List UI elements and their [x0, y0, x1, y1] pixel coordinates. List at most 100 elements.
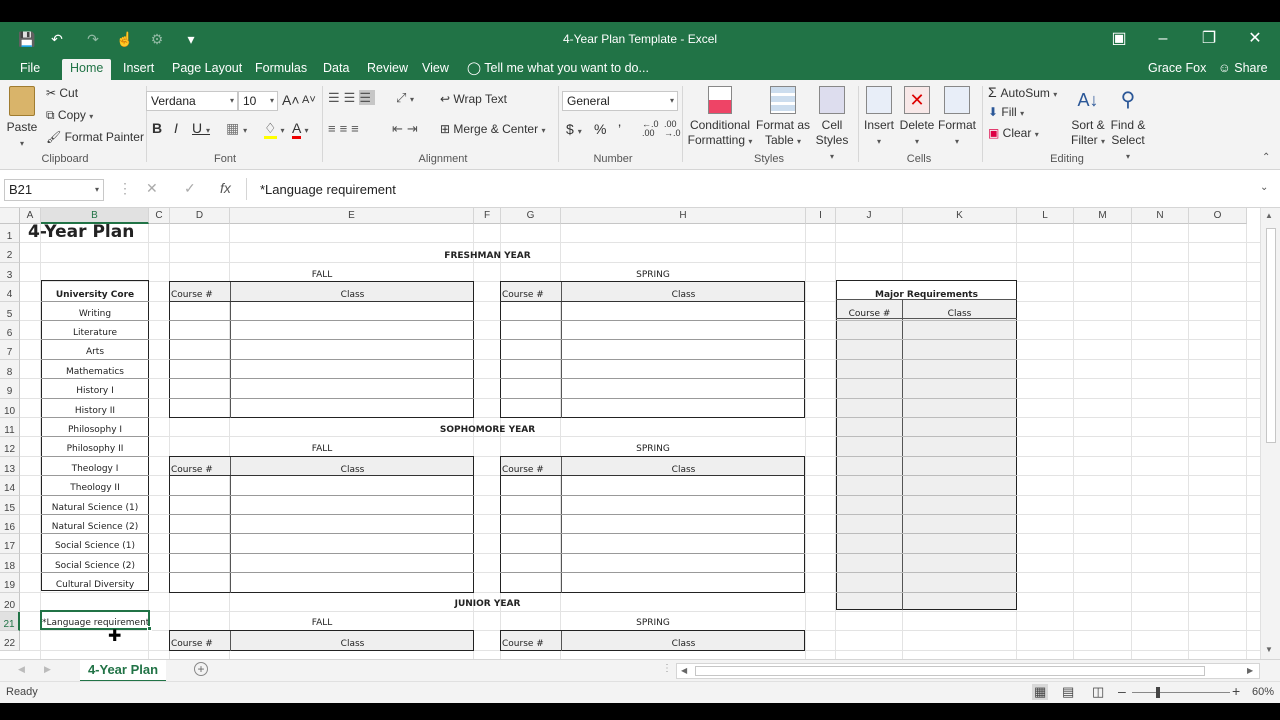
formula-input[interactable]: *Language requirement — [260, 182, 396, 197]
enter-icon[interactable]: ✓ — [184, 180, 196, 197]
increase-decimal-icon[interactable]: ←.0.00 — [642, 120, 659, 138]
scroll-down-icon[interactable]: ▼ — [1265, 645, 1273, 654]
vertical-scrollbar[interactable]: ▲ ▼ — [1260, 208, 1280, 659]
junior-fall-class-header[interactable]: Class — [231, 639, 474, 649]
junior-fall-course-num-header[interactable]: Course # — [171, 639, 213, 649]
indent-icons[interactable]: ⇤⇥ — [392, 121, 422, 137]
horizontal-scroll-thumb[interactable] — [695, 666, 1205, 676]
decrease-font-icon[interactable]: A˅ — [302, 94, 316, 106]
page-break-view-icon[interactable]: ◫ — [1092, 684, 1104, 700]
zoom-in-button[interactable]: + — [1232, 683, 1240, 699]
column-header[interactable]: K — [903, 208, 1017, 224]
cut-button[interactable]: ✂ Cut — [46, 86, 78, 100]
core-item[interactable]: Arts — [42, 347, 148, 357]
format-as-table-button[interactable]: Format as Table ▾ — [754, 86, 812, 149]
row-header[interactable]: 22 — [0, 631, 20, 651]
spreadsheet-grid[interactable]: ABCDEFGHIJKLMNO 1 2 3 4 5 6 7 8 9 10 11 12 13 14 15 16 1… — [0, 208, 1280, 659]
row-header[interactable]: 7 — [0, 340, 20, 360]
row-header[interactable]: 13 — [0, 456, 20, 477]
fill-color-icon[interactable]: ♢ ▾ — [264, 120, 284, 139]
freshman-spring-class-header[interactable]: Class — [562, 290, 805, 300]
row-header[interactable]: 2 — [0, 243, 20, 263]
column-header[interactable]: H — [561, 208, 806, 224]
column-header[interactable]: I — [806, 208, 836, 224]
row-header[interactable]: 3 — [0, 262, 20, 283]
column-header[interactable]: A — [20, 208, 41, 224]
row-header[interactable]: 4 — [0, 282, 20, 302]
core-item[interactable]: Natural Science (2) — [42, 522, 148, 532]
row-header[interactable]: 8 — [0, 359, 20, 380]
row-header[interactable]: 10 — [0, 398, 20, 418]
sophomore-fall-class-header[interactable]: Class — [231, 465, 474, 475]
expand-formula-icon[interactable]: ⌄ — [1260, 182, 1268, 193]
orientation-icon[interactable]: ⤢ ▾ — [396, 90, 414, 106]
decrease-decimal-icon[interactable]: .00 →.0 — [664, 120, 681, 138]
core-item[interactable]: Literature — [42, 328, 148, 338]
row-header[interactable]: 21 — [0, 612, 20, 632]
junior-spring-course-num-header[interactable]: Course # — [502, 639, 544, 649]
core-item[interactable]: Philosophy II — [42, 444, 148, 454]
row-header[interactable]: 18 — [0, 553, 20, 574]
column-header[interactable]: C — [149, 208, 170, 224]
row-header[interactable]: 11 — [0, 418, 20, 438]
find-select-button[interactable]: ⚲ Find & Select ▾ — [1108, 84, 1148, 164]
conditional-formatting-button[interactable]: Conditional Formatting ▾ — [686, 86, 754, 149]
tab-split-icon[interactable]: ⋮ — [662, 663, 672, 674]
core-item[interactable]: History II — [42, 406, 148, 416]
university-core-header[interactable]: University Core — [42, 290, 148, 300]
next-sheet-icon[interactable]: ▶ — [44, 664, 51, 675]
row-header[interactable]: 6 — [0, 321, 20, 341]
junior-spring[interactable]: SPRING — [501, 618, 805, 628]
collapse-ribbon-icon[interactable]: ⌃ — [1262, 152, 1270, 163]
freshman-spring[interactable]: SPRING — [501, 270, 805, 280]
vertical-align-icons[interactable]: ☰☰☰ — [328, 90, 375, 106]
sheet-tab-4-year-plan[interactable]: 4-Year Plan — [80, 660, 166, 682]
format-cells-button[interactable]: Format ▾ — [936, 86, 978, 149]
core-item[interactable]: Natural Science (1) — [42, 503, 148, 513]
core-item[interactable]: Mathematics — [42, 367, 148, 377]
row-header[interactable]: 14 — [0, 476, 20, 496]
page-layout-view-icon[interactable]: ▤ — [1062, 684, 1074, 700]
column-header[interactable]: L — [1017, 208, 1074, 224]
tab-review[interactable]: Review — [359, 59, 416, 80]
row-header[interactable]: 20 — [0, 592, 20, 612]
tab-file[interactable]: File — [12, 59, 48, 80]
freshman-fall-course-num-header[interactable]: Course # — [171, 290, 213, 300]
tab-data[interactable]: Data — [315, 59, 357, 80]
function-icon[interactable]: fx — [220, 180, 231, 196]
junior-spring-class-header[interactable]: Class — [562, 639, 805, 649]
sophomore-fall[interactable]: FALL — [170, 444, 474, 454]
column-header[interactable]: N — [1132, 208, 1189, 224]
row-header[interactable]: 9 — [0, 379, 20, 399]
name-box[interactable]: B21 ▾ — [4, 179, 104, 201]
prev-sheet-icon[interactable]: ◀ — [18, 664, 25, 675]
column-header[interactable]: M — [1074, 208, 1132, 224]
copy-button[interactable]: ⧉ Copy ▾ — [46, 108, 93, 123]
borders-icon[interactable]: ▦ ▾ — [226, 120, 247, 137]
cell-styles-button[interactable]: Cell Styles ▾ — [812, 86, 852, 164]
row-header[interactable]: 19 — [0, 573, 20, 593]
junior-heading[interactable]: JUNIOR YEAR — [170, 599, 805, 609]
horizontal-align-icons[interactable]: ≡≡≡ — [328, 121, 363, 136]
horizontal-scrollbar[interactable]: ◀ ▶ — [676, 663, 1260, 679]
bold-button[interactable]: B — [152, 120, 162, 136]
column-header[interactable]: F — [474, 208, 501, 224]
scroll-up-icon[interactable]: ▲ — [1265, 211, 1273, 220]
italic-button[interactable]: I — [174, 120, 178, 136]
font-size-select[interactable]: 10 ▾ — [238, 91, 278, 111]
sophomore-spring-class-header[interactable]: Class — [562, 465, 805, 475]
row-header[interactable]: 16 — [0, 515, 20, 535]
share-button[interactable]: ☺ Share — [1210, 59, 1276, 80]
core-item[interactable]: Social Science (1) — [42, 541, 148, 551]
tab-formulas[interactable]: Formulas — [247, 59, 315, 80]
row-header[interactable]: 12 — [0, 437, 20, 457]
autosum-button[interactable]: Σ AutoSum ▾ — [988, 84, 1057, 100]
zoom-slider-thumb[interactable] — [1156, 687, 1160, 698]
freshman-spring-course-num-header[interactable]: Course # — [502, 290, 544, 300]
cancel-icon[interactable]: ✕ — [146, 180, 158, 197]
sophomore-spring[interactable]: SPRING — [501, 444, 805, 454]
freshman-heading[interactable]: FRESHMAN YEAR — [170, 251, 805, 261]
row-header[interactable]: 15 — [0, 495, 20, 515]
zoom-level[interactable]: 60% — [1252, 686, 1274, 698]
core-item[interactable]: Cultural Diversity — [42, 580, 148, 590]
